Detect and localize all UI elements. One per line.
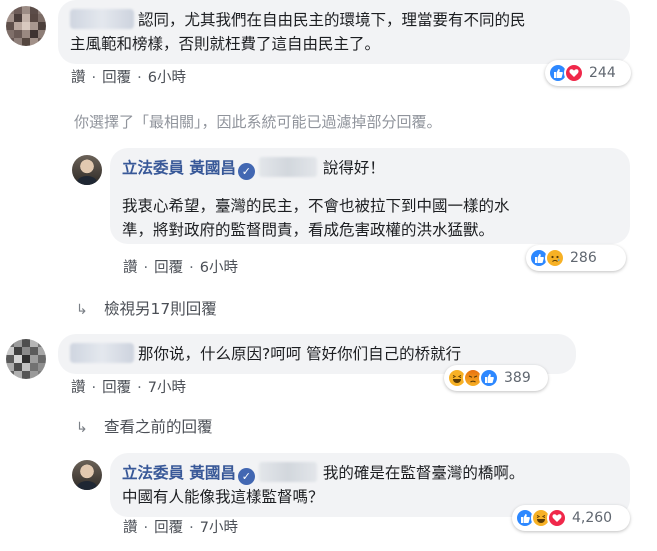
view-more-replies-link[interactable]: ↳ 檢視另17則回覆	[76, 298, 217, 321]
reaction-count: 244	[589, 65, 616, 81]
view-previous-replies-label: 查看之前的回覆	[104, 418, 213, 436]
filter-notice: 你選擇了「最相關」，因此系統可能已過濾掉部分回覆。	[74, 113, 442, 131]
love-icon	[547, 508, 567, 528]
commenter-avatar[interactable]	[6, 339, 46, 379]
comment-text: 認同，尤其我們在自由民主的環境下，理當要有不同的民	[70, 8, 618, 32]
reaction-count: 286	[570, 250, 597, 266]
reply-bubble: 立法委員 黃國昌 ✓ 說得好！ 我衷心希望，臺灣的民主，不會也被拉下到中國一樣的水 …	[110, 148, 630, 244]
author-name-link[interactable]: 立法委員 黃國昌	[122, 464, 236, 482]
reaction-count: 4,260	[572, 510, 613, 526]
timestamp-link[interactable]: 6小時	[200, 260, 238, 276]
timestamp-link[interactable]: 7小時	[148, 380, 186, 396]
author-avatar[interactable]	[72, 155, 102, 185]
reaction-summary[interactable]: 4,260	[512, 505, 630, 531]
reaction-summary[interactable]: 286	[526, 245, 626, 271]
comment-actions: 讚 · 回覆 · 6小時	[71, 70, 186, 86]
reply-text-line: 準，將對政府的監督問責，看成危害政權的洪水猛獸。	[122, 221, 495, 239]
comment-bubble: 認同，尤其我們在自由民主的環境下，理當要有不同的民 主風範和榜樣，否則就枉費了這…	[58, 0, 630, 64]
reply-text-line: 我衷心希望，臺灣的民主，不會也被拉下到中國一樣的水	[122, 197, 510, 215]
reply-link[interactable]: 回覆	[154, 260, 183, 276]
blurred-commenter-name[interactable]	[70, 9, 134, 29]
reply-actions: 讚 · 回覆 · 7小時	[123, 520, 238, 536]
like-link[interactable]: 讚	[123, 260, 138, 276]
comment-text-line: 主風範和榜樣，否則就枉費了這自由民主了。	[70, 35, 381, 53]
author-name-link[interactable]: 立法委員 黃國昌	[122, 159, 236, 177]
view-previous-replies-link[interactable]: ↳ 查看之前的回覆	[76, 416, 213, 439]
reply-link[interactable]: 回覆	[102, 70, 131, 86]
verified-badge-icon: ✓	[237, 163, 255, 180]
reply-header: 立法委員 黃國昌 ✓ 說得好！	[122, 157, 385, 180]
love-icon	[564, 63, 584, 83]
reply-arrow-icon: ↳	[76, 302, 88, 318]
reaction-count: 389	[504, 370, 531, 386]
reply-link[interactable]: 回覆	[102, 380, 131, 396]
like-link[interactable]: 讚	[71, 70, 86, 86]
timestamp-link[interactable]: 6小時	[148, 70, 186, 86]
commenter-avatar[interactable]	[6, 6, 46, 46]
like-icon	[479, 368, 499, 388]
reply-actions: 讚 · 回覆 · 6小時	[123, 260, 238, 276]
sad-icon	[545, 248, 565, 268]
reply-header: 立法委員 黃國昌 ✓ 我的確是在監督臺灣的橋啊。	[122, 462, 525, 485]
comment-actions: 讚 · 回覆 · 7小時	[71, 380, 186, 396]
verified-badge-icon: ✓	[237, 468, 255, 485]
reaction-summary[interactable]: 244	[545, 60, 631, 86]
view-more-replies-label: 檢視另17則回覆	[104, 300, 217, 318]
blurred-commenter-name[interactable]	[70, 343, 134, 363]
like-link[interactable]: 讚	[71, 380, 86, 396]
blurred-mention[interactable]	[258, 157, 317, 177]
reaction-summary[interactable]: 389	[444, 365, 548, 391]
like-link[interactable]: 讚	[123, 520, 138, 536]
reply-link[interactable]: 回覆	[154, 520, 183, 536]
author-avatar[interactable]	[72, 460, 102, 490]
reply-arrow-icon: ↳	[76, 420, 88, 436]
blurred-mention[interactable]	[258, 462, 317, 482]
timestamp-link[interactable]: 7小時	[200, 520, 238, 536]
comment-text: 那你说，什么原因?呵呵 管好你们自己的桥就行	[70, 342, 564, 366]
